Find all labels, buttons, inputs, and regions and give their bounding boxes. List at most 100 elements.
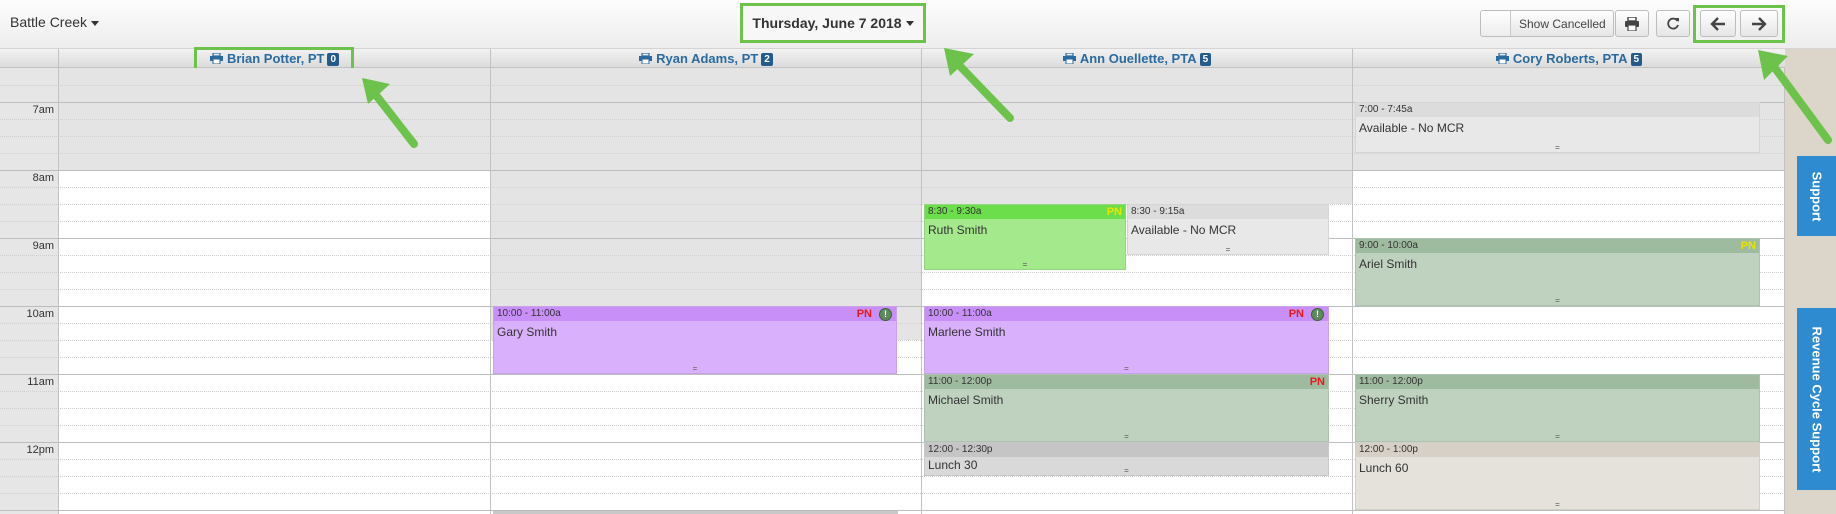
provider-header-cory[interactable]: Cory Roberts, PTA 5 [1352, 49, 1785, 68]
appointment-count-badge: 5 [1630, 53, 1643, 66]
appointment-header: 11:00 - 12:00p [1356, 375, 1759, 389]
resize-handle-icon[interactable]: = [1555, 297, 1561, 305]
refresh-button[interactable] [1656, 10, 1690, 37]
revenue-tab-label: Revenue Cycle Support [1809, 326, 1824, 472]
time-label: 7am [32, 104, 54, 116]
revenue-cycle-support-tab[interactable]: Revenue Cycle Support [1797, 308, 1836, 490]
provider-name: Ryan Adams, PT [656, 51, 759, 66]
appointment-card[interactable]: 8:30 - 9:30a PN Ruth Smith = [924, 204, 1126, 270]
patient-name: Marlene Smith [928, 325, 1006, 339]
patient-name: Ariel Smith [1359, 257, 1418, 271]
resize-handle-icon[interactable]: = [1022, 261, 1028, 269]
location-label: Battle Creek [10, 14, 88, 30]
pn-flag: PN [856, 308, 872, 320]
chevron-down-icon [91, 20, 100, 26]
appointment-title: Available - No MCR [1131, 223, 1237, 237]
alert-icon[interactable]: ! [1311, 308, 1324, 321]
annotation-arrow-icon [362, 78, 418, 148]
prev-day-button[interactable] [1700, 10, 1736, 37]
resize-handle-icon[interactable]: = [1124, 467, 1130, 475]
support-tab-label: Support [1809, 171, 1825, 221]
toolbar: Battle Creek Thursday, June 7 2018 Show … [0, 0, 1836, 49]
provider-name: Ann Ouellette, PTA [1079, 51, 1197, 66]
appointment-card[interactable]: 12:00 - 1:00p Lunch 60 = [1355, 442, 1760, 510]
appointment-time: 8:30 - 9:15a [1131, 206, 1185, 217]
printer-icon [639, 53, 653, 64]
time-label: 9am [32, 240, 54, 252]
column-divider [921, 68, 922, 514]
appointment-time: 12:00 - 12:30p [928, 444, 993, 455]
arrow-left-icon [1710, 16, 1725, 31]
resize-handle-icon[interactable]: = [1555, 501, 1561, 509]
appointment-title: Lunch 60 [1359, 461, 1409, 475]
provider-header-ryan[interactable]: Ryan Adams, PT 2 [490, 49, 921, 68]
patient-name: Sherry Smith [1359, 393, 1429, 407]
appointment-time: 10:00 - 11:00a [928, 308, 992, 319]
show-cancelled-toggle[interactable]: Show Cancelled [1480, 10, 1614, 37]
appointment-time: 12:00 - 1:00p [1359, 444, 1418, 455]
support-tab[interactable]: Support [1797, 156, 1836, 236]
printer-icon [1062, 53, 1076, 64]
column-divider [490, 68, 491, 514]
schedule-grid: 7am 8am 9am 10am 11am 12pm 10:00 - 11:00… [0, 68, 1785, 514]
appointment-card[interactable]: 10:00 - 11:00a PN ! Gary Smith = [493, 306, 897, 374]
appointment-count-badge: 5 [1199, 53, 1212, 66]
patient-name: Gary Smith [497, 325, 558, 339]
appointment-title: Available - No MCR [1359, 121, 1465, 135]
pn-flag: PN [1740, 240, 1756, 252]
provider-name: Cory Roberts, PTA [1512, 51, 1628, 66]
appointment-time: 10:00 - 11:00a [497, 308, 561, 319]
appointment-card[interactable]: 8:30 - 9:15a Available - No MCR = [1127, 204, 1329, 255]
patient-name: Michael Smith [928, 393, 1004, 407]
appointment-card[interactable]: 11:00 - 12:00p PN Michael Smith = [924, 374, 1329, 442]
annotation-arrow-icon [1758, 50, 1832, 144]
appointment-card[interactable]: 12:00 - 12:30p Lunch 30 = [924, 442, 1329, 476]
alert-icon[interactable]: ! [879, 308, 892, 321]
time-label: 11am [27, 376, 54, 388]
location-dropdown[interactable]: Battle Creek [10, 14, 100, 30]
appointment-card[interactable]: 7:00 - 7:45a Available - No MCR = [1355, 102, 1760, 153]
next-day-button[interactable] [1740, 10, 1778, 37]
appointment-time: 11:00 - 12:00p [1359, 376, 1423, 387]
resize-handle-icon[interactable]: = [1124, 365, 1130, 373]
date-label: Thursday, June 7 2018 [752, 15, 902, 31]
appointment-header: 10:00 - 11:00a PN ! [494, 307, 896, 321]
resize-handle-icon[interactable]: = [1555, 144, 1561, 152]
appointment-count-badge: 2 [761, 53, 773, 66]
resize-handle-icon[interactable]: = [692, 365, 698, 373]
column-divider [1352, 68, 1353, 514]
appointment-card[interactable]: 11:00 - 12:00p Sherry Smith = [1355, 374, 1760, 442]
column-divider [58, 68, 59, 514]
appointment-header: 10:00 - 11:00a PN ! [925, 307, 1328, 321]
appointment-card[interactable]: 9:00 - 10:00a PN Ariel Smith = [1355, 238, 1760, 306]
toggle-swatch [1481, 11, 1511, 36]
resize-handle-icon[interactable]: = [1124, 433, 1130, 441]
resize-handle-icon[interactable]: = [1225, 246, 1231, 254]
time-label: 8am [32, 172, 54, 184]
appointment-time: 8:30 - 9:30a [928, 206, 982, 217]
hour-line [0, 170, 1785, 171]
date-picker[interactable]: Thursday, June 7 2018 [740, 3, 926, 43]
appointment-time: 9:00 - 10:00a [1359, 240, 1418, 251]
printer-icon [1625, 16, 1639, 31]
appointment-header: 12:00 - 1:00p [1356, 443, 1759, 457]
slot-line [0, 204, 1785, 205]
appointment-header: 9:00 - 10:00a PN [1356, 239, 1759, 253]
appointment-header: 12:00 - 12:30p [925, 443, 1328, 457]
resize-handle-icon[interactable]: = [1555, 433, 1561, 441]
time-label: 10am [26, 308, 54, 320]
pn-flag: PN [1288, 308, 1304, 320]
patient-name: Ruth Smith [928, 223, 988, 237]
appointment-time: 11:00 - 12:00p [928, 376, 992, 387]
appointment-card[interactable]: 10:00 - 11:00a PN ! Marlene Smith = [924, 306, 1329, 374]
appointment-header: 8:30 - 9:30a PN [925, 205, 1125, 219]
slot-line [0, 221, 1785, 222]
appointment-header: 7:00 - 7:45a [1356, 103, 1759, 117]
appointment-time: 7:00 - 7:45a [1359, 104, 1413, 115]
printer-icon [1495, 53, 1509, 64]
appointment-header: 8:30 - 9:15a [1128, 205, 1328, 219]
print-button[interactable] [1615, 10, 1649, 37]
show-cancelled-label: Show Cancelled [1519, 16, 1606, 31]
annotation-arrow-icon [944, 48, 1014, 122]
slot-line [0, 187, 1785, 188]
